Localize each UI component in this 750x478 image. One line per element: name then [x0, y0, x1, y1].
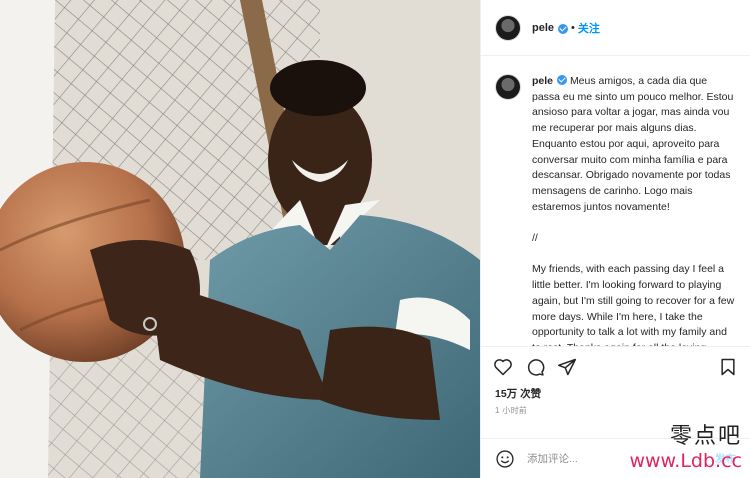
- caption-avatar[interactable]: [495, 74, 521, 100]
- caption-pt-text: Meus amigos, a cada dia que passa eu me …: [532, 75, 734, 213]
- heart-icon[interactable]: [491, 355, 515, 379]
- instagram-post: pele • 关注 pele Meus amigos, a cada dia q…: [0, 0, 750, 478]
- follow-button[interactable]: 关注: [578, 20, 600, 36]
- caption-divider: //: [532, 232, 538, 245]
- verified-badge-icon: [558, 23, 569, 34]
- bookmark-icon[interactable]: [716, 355, 740, 379]
- paper-plane-icon[interactable]: [555, 355, 579, 379]
- post-image: [0, 0, 480, 478]
- comment-input[interactable]: [527, 452, 677, 465]
- likes-count[interactable]: 15万 次赞: [481, 386, 750, 401]
- post-comment-button[interactable]: 发布: [715, 451, 736, 466]
- caption-paragraph-en: My friends, with each passing day I feel…: [532, 263, 735, 346]
- action-bar: [481, 346, 750, 386]
- post-sidebar: pele • 关注 pele Meus amigos, a cada dia q…: [480, 0, 750, 478]
- caption-area: pele Meus amigos, a cada dia que passa e…: [481, 56, 750, 346]
- header-username[interactable]: pele: [532, 22, 554, 34]
- caption-paragraph-pt: pele Meus amigos, a cada dia que passa e…: [532, 74, 736, 215]
- comment-icon[interactable]: [523, 355, 547, 379]
- post-timestamp[interactable]: 1 小时前: [481, 401, 750, 416]
- avatar[interactable]: [495, 14, 521, 41]
- post-header: pele • 关注: [481, 0, 750, 56]
- caption-text: pele Meus amigos, a cada dia que passa e…: [532, 74, 736, 346]
- smiley-icon[interactable]: [495, 449, 515, 469]
- post-photo[interactable]: [0, 0, 480, 478]
- separator-dot: •: [571, 21, 575, 34]
- comment-box: 发布: [481, 438, 750, 478]
- caption-username[interactable]: pele: [532, 75, 553, 87]
- verified-badge-icon: [557, 75, 568, 85]
